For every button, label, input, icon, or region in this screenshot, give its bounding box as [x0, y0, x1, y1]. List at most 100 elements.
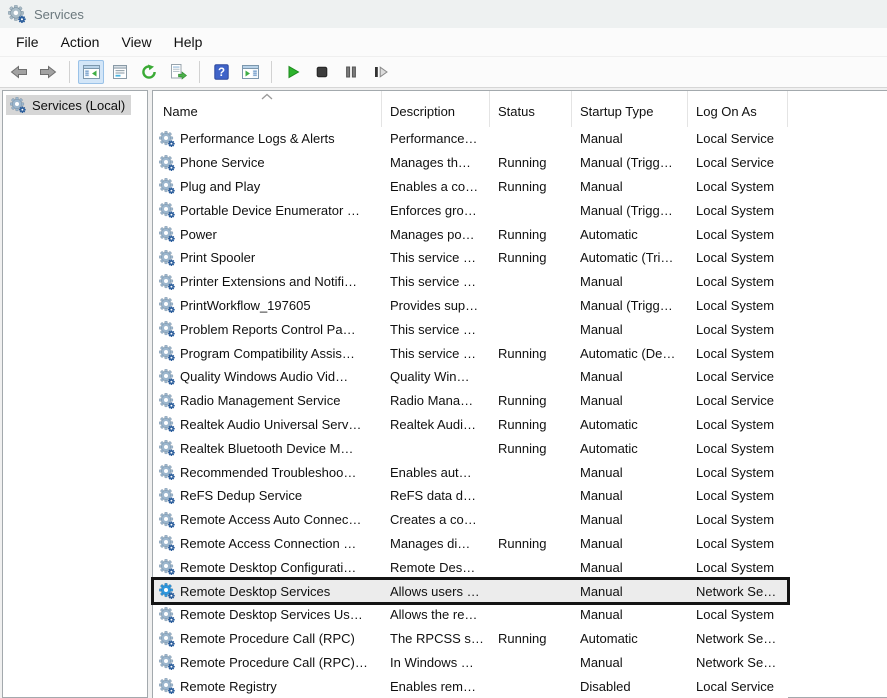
service-name: Remote Procedure Call (RPC) — [180, 631, 355, 646]
table-row[interactable]: Printer Extensions and Notifi… This serv… — [153, 270, 788, 294]
column-header-startup-type[interactable]: Startup Type — [572, 91, 688, 127]
service-gear-icon — [159, 535, 175, 551]
service-name: ReFS Dedup Service — [180, 488, 302, 503]
service-gear-icon — [159, 226, 175, 242]
stop-service-button[interactable] — [309, 60, 335, 84]
service-startup-type: Manual — [572, 393, 688, 408]
table-row[interactable]: Remote Desktop Configurati… Remote Des… … — [153, 555, 788, 579]
list-header: Name Description Status Startup Type Log… — [153, 91, 887, 127]
export-list-button[interactable] — [165, 60, 191, 84]
export-list-icon — [170, 64, 187, 80]
table-row[interactable]: Realtek Bluetooth Device M… Running Auto… — [153, 436, 788, 460]
pause-service-button[interactable] — [338, 60, 364, 84]
sidebar-item-services-local[interactable]: Services (Local) — [6, 95, 131, 115]
table-row[interactable]: Remote Access Auto Connec… Creates a co…… — [153, 508, 788, 532]
refresh-button[interactable] — [136, 60, 162, 84]
table-row[interactable]: Realtek Audio Universal Serv… Realtek Au… — [153, 413, 788, 437]
service-startup-type: Automatic — [572, 441, 688, 456]
menu-view[interactable]: View — [110, 30, 162, 54]
service-name-cell: Recommended Troubleshoo… — [153, 464, 382, 480]
column-header-description[interactable]: Description — [382, 91, 490, 127]
table-row[interactable]: Phone Service Manages th… Running Manual… — [153, 151, 788, 175]
service-startup-type: Automatic — [572, 631, 688, 646]
table-row[interactable]: Print Spooler This service … Running Aut… — [153, 246, 788, 270]
table-row[interactable]: Remote Registry Enables rem… Disabled Lo… — [153, 674, 788, 698]
service-startup-type: Manual — [572, 465, 688, 480]
table-row[interactable]: Remote Procedure Call (RPC) The RPCSS s…… — [153, 627, 788, 651]
properties-window-icon — [112, 64, 128, 80]
sidebar-item-label: Services (Local) — [32, 98, 125, 113]
service-gear-icon — [159, 297, 175, 313]
table-row[interactable]: PrintWorkflow_197605 Provides sup… Manua… — [153, 294, 788, 318]
restart-service-button[interactable] — [367, 60, 393, 84]
service-name-cell: Plug and Play — [153, 178, 382, 194]
service-name: Realtek Audio Universal Serv… — [180, 417, 361, 432]
table-row[interactable]: Plug and Play Enables a co… Running Manu… — [153, 175, 788, 199]
service-gear-icon — [159, 250, 175, 266]
column-header-status[interactable]: Status — [490, 91, 572, 127]
service-gear-icon — [159, 631, 175, 647]
service-startup-type: Manual — [572, 512, 688, 527]
service-name: Plug and Play — [180, 179, 260, 194]
service-name: Remote Desktop Services — [180, 584, 330, 599]
table-row[interactable]: Radio Management Service Radio Mana… Run… — [153, 389, 788, 413]
table-row[interactable]: Power Manages po… Running Automatic Loca… — [153, 222, 788, 246]
service-name: Remote Registry — [180, 679, 277, 694]
arrow-right-icon — [39, 64, 57, 80]
table-row[interactable]: Portable Device Enumerator … Enforces gr… — [153, 198, 788, 222]
service-startup-type: Manual — [572, 655, 688, 670]
table-row[interactable]: Remote Procedure Call (RPC)… In Windows … — [153, 651, 788, 675]
service-gear-icon — [159, 416, 175, 432]
table-row[interactable]: Recommended Troubleshoo… Enables aut… Ma… — [153, 460, 788, 484]
pause-icon — [343, 64, 359, 80]
service-log-on-as: Local System — [688, 250, 788, 265]
service-name: Printer Extensions and Notifi… — [180, 274, 357, 289]
service-description: Enables rem… — [382, 679, 490, 694]
table-row[interactable]: Problem Reports Control Pa… This service… — [153, 317, 788, 341]
service-name-cell: Remote Access Auto Connec… — [153, 512, 382, 528]
restart-icon — [372, 64, 389, 80]
service-name: Power — [180, 227, 217, 242]
table-row[interactable]: ReFS Dedup Service ReFS data d… Manual L… — [153, 484, 788, 508]
service-startup-type: Manual — [572, 322, 688, 337]
table-row[interactable]: Quality Windows Audio Vid… Quality Win… … — [153, 365, 788, 389]
service-name-cell: Remote Desktop Configurati… — [153, 559, 382, 575]
menu-action[interactable]: Action — [50, 30, 111, 54]
stop-icon — [314, 64, 330, 80]
service-name-cell: Print Spooler — [153, 250, 382, 266]
service-gear-icon — [159, 321, 175, 337]
service-startup-type: Manual — [572, 584, 688, 599]
service-gear-icon — [159, 464, 175, 480]
back-button[interactable] — [6, 60, 32, 84]
service-description: Quality Win… — [382, 369, 490, 384]
table-row[interactable]: Program Compatibility Assis… This servic… — [153, 341, 788, 365]
play-icon — [285, 64, 301, 80]
help-button[interactable]: ? — [208, 60, 234, 84]
service-log-on-as: Local System — [688, 512, 788, 527]
services-list-panel: Name Description Status Startup Type Log… — [152, 90, 887, 698]
properties-button[interactable] — [107, 60, 133, 84]
toolbar-separator — [271, 61, 272, 83]
table-row[interactable]: Remote Desktop Services Allows users … M… — [153, 579, 788, 603]
service-log-on-as: Local System — [688, 227, 788, 242]
service-startup-type: Automatic — [572, 227, 688, 242]
table-row[interactable]: Remote Access Connection … Manages di… R… — [153, 532, 788, 556]
service-name-cell: Power — [153, 226, 382, 242]
service-name-cell: Remote Desktop Services Us… — [153, 607, 382, 623]
service-gear-icon — [159, 607, 175, 623]
forward-button[interactable] — [35, 60, 61, 84]
service-startup-type: Manual — [572, 560, 688, 575]
column-header-log-on-as[interactable]: Log On As — [688, 91, 788, 127]
service-log-on-as: Local System — [688, 346, 788, 361]
menu-file[interactable]: File — [5, 30, 50, 54]
service-log-on-as: Local System — [688, 465, 788, 480]
menu-help[interactable]: Help — [163, 30, 214, 54]
service-name: Remote Procedure Call (RPC)… — [180, 655, 368, 670]
service-log-on-as: Local System — [688, 322, 788, 337]
table-row[interactable]: Performance Logs & Alerts Performance… M… — [153, 127, 788, 151]
table-row[interactable]: Remote Desktop Services Us… Allows the r… — [153, 603, 788, 627]
show-console-tree-button[interactable] — [78, 60, 104, 84]
service-status: Running — [490, 250, 572, 265]
start-service-button[interactable] — [280, 60, 306, 84]
show-action-pane-button[interactable] — [237, 60, 263, 84]
